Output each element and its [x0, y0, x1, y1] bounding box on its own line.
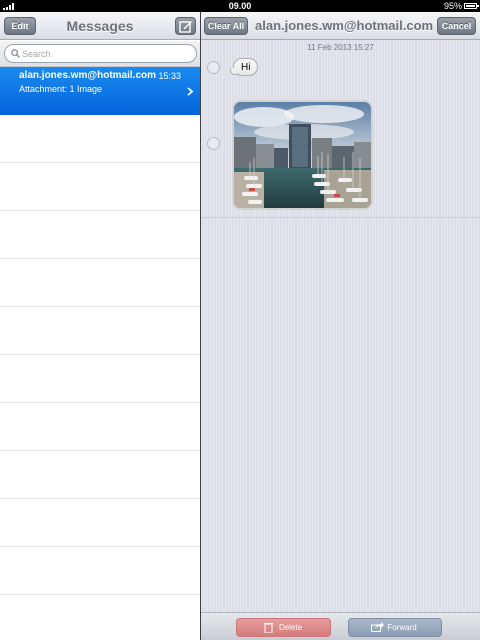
forward-button[interactable]: Forward [348, 618, 442, 637]
magnifier-icon [11, 49, 20, 58]
status-time: 09.00 [228, 1, 252, 11]
empty-list-row [0, 595, 200, 640]
right-navigation-bar: Clear All alan.jones.wm@hotmail.com Canc… [201, 12, 480, 40]
forward-icon [371, 622, 384, 632]
compose-button[interactable] [175, 17, 196, 35]
battery-percentage: 95% [443, 1, 462, 11]
bottom-toolbar: Delete Forward [201, 612, 480, 640]
empty-list-row [0, 403, 200, 451]
conversation-list-pane: Edit Messages alan.jones.wm@hotmail.com … [0, 12, 200, 640]
delete-button[interactable]: Delete [236, 618, 331, 637]
empty-list-row [0, 355, 200, 403]
left-navigation-bar: Edit Messages [0, 12, 200, 40]
search-input[interactable] [22, 46, 192, 61]
conversation-preview: Attachment: 1 Image [19, 84, 103, 94]
search-field[interactable] [4, 44, 197, 63]
search-bar [0, 41, 200, 67]
cancel-button[interactable]: Cancel [437, 17, 476, 35]
empty-list-row [0, 499, 200, 547]
clear-all-button[interactable]: Clear All [204, 17, 248, 35]
empty-list-row [0, 307, 200, 355]
message-bubble-text[interactable]: Hi [229, 58, 259, 76]
conversation-time: 15:33 [158, 71, 181, 81]
select-message-checkbox[interactable] [207, 61, 220, 74]
conversation-sender: alan.jones.wm@hotmail.com [19, 70, 157, 81]
thread-date: 11 Feb 2013 15:27 [307, 43, 374, 52]
messages-title: Messages [66, 18, 134, 34]
status-bar: 09.00 95% [0, 0, 480, 12]
conversation-list: alan.jones.wm@hotmail.com 15:33 Attachme… [0, 67, 200, 640]
thread-title: alan.jones.wm@hotmail.com [255, 18, 434, 33]
message-bubble-image[interactable] [232, 100, 373, 210]
message-thread: 11 Feb 2013 15:27 Hi [201, 40, 480, 218]
empty-list-row [0, 115, 200, 163]
empty-list-row [0, 211, 200, 259]
select-message-checkbox[interactable] [207, 137, 220, 150]
empty-list-row [0, 163, 200, 211]
trash-icon [264, 623, 273, 633]
empty-list-row [0, 451, 200, 499]
message-thread-pane: Clear All alan.jones.wm@hotmail.com Canc… [201, 12, 480, 640]
battery-icon [464, 3, 479, 9]
empty-list-row [0, 547, 200, 595]
harbor-photo [234, 102, 371, 208]
conversation-row-selected[interactable]: alan.jones.wm@hotmail.com 15:33 Attachme… [0, 67, 200, 115]
chevron-right-icon [187, 87, 193, 96]
compose-icon [179, 21, 192, 33]
empty-list-row [0, 259, 200, 307]
